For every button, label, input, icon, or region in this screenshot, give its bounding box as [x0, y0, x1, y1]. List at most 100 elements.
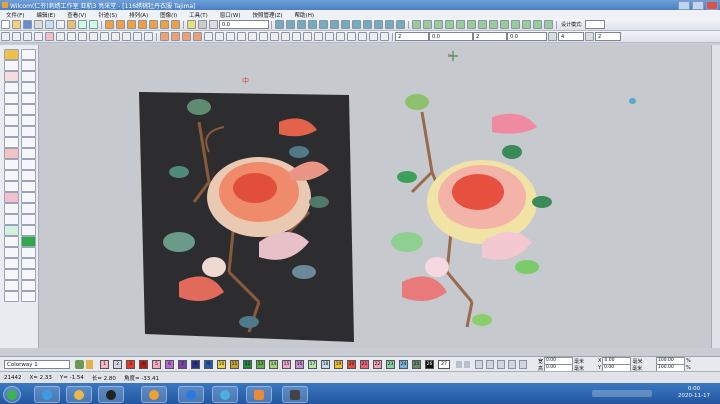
diamond-tool-icon[interactable]: [4, 192, 19, 203]
prop-icon-6[interactable]: [56, 32, 65, 41]
tray-icons[interactable]: [592, 390, 652, 397]
pan-icon[interactable]: [198, 20, 207, 29]
spin-icon-1[interactable]: [548, 32, 557, 41]
run-tool-icon[interactable]: [4, 104, 19, 115]
taskbar-wilcom-icon[interactable]: [246, 386, 272, 403]
zoom-select[interactable]: 0.0: [219, 20, 269, 29]
lettering-tool-icon[interactable]: [4, 126, 19, 137]
copy-icon[interactable]: [56, 20, 65, 29]
minimize-button[interactable]: [678, 1, 690, 10]
repeat-tool-icon[interactable]: [21, 115, 36, 126]
color-palette-icon[interactable]: [75, 360, 84, 369]
green-circle-tool-icon[interactable]: [21, 236, 36, 247]
wave-tool-icon[interactable]: [4, 258, 19, 269]
save-icon[interactable]: [23, 20, 32, 29]
weld-icon[interactable]: [500, 20, 509, 29]
swatch-15[interactable]: 15: [282, 360, 291, 369]
magnify-icon[interactable]: [187, 20, 196, 29]
swatch-4[interactable]: 4: [139, 360, 148, 369]
circle-tool-icon[interactable]: [4, 148, 19, 159]
triple-run-tool-icon[interactable]: [21, 104, 36, 115]
paste-icon[interactable]: [67, 20, 76, 29]
prop-icon-2[interactable]: [12, 32, 21, 41]
prop-icon-32[interactable]: [347, 32, 356, 41]
design-canvas[interactable]: 中: [39, 45, 712, 348]
show-outline-icon[interactable]: [308, 20, 317, 29]
input-c-tool-icon[interactable]: [4, 93, 19, 104]
prop-icon-8[interactable]: [78, 32, 87, 41]
rotate-icon[interactable]: [489, 20, 498, 29]
fill-icon[interactable]: [116, 20, 125, 29]
cut-icon[interactable]: [45, 20, 54, 29]
rectangle-tool-icon[interactable]: [21, 137, 36, 148]
polyline-tool-icon[interactable]: [21, 49, 36, 60]
start-button[interactable]: [3, 386, 21, 403]
prop-icon-21[interactable]: [226, 32, 235, 41]
taskbar-app5-icon[interactable]: [178, 386, 204, 403]
new-icon[interactable]: [1, 20, 10, 29]
measure-icon[interactable]: [209, 20, 218, 29]
prop-icon-26[interactable]: [281, 32, 290, 41]
menu-snapshot[interactable]: 快照管理(Z): [246, 11, 288, 19]
stitch-type-icon[interactable]: [105, 20, 114, 29]
run-icon[interactable]: [138, 20, 147, 29]
swatch-18[interactable]: 18: [321, 360, 330, 369]
taskbar-browser-icon[interactable]: [141, 386, 167, 403]
mirror-icon[interactable]: [478, 20, 487, 29]
arc-tool-icon[interactable]: [21, 181, 36, 192]
show-connectors-icon[interactable]: [330, 20, 339, 29]
taskbar-explorer-icon[interactable]: [66, 386, 92, 403]
field-b[interactable]: 0.0: [429, 32, 473, 41]
prop-icon-1[interactable]: [1, 32, 10, 41]
swatch-5[interactable]: 5: [152, 360, 161, 369]
shape-a-tool-icon[interactable]: [4, 291, 19, 302]
prop-icon-27[interactable]: [292, 32, 301, 41]
shape-b-tool-icon[interactable]: [21, 291, 36, 302]
swatch-23[interactable]: 23: [386, 360, 395, 369]
travel-icon[interactable]: [396, 20, 405, 29]
ellipse-tool-icon[interactable]: [4, 137, 19, 148]
open-icon[interactable]: [12, 20, 21, 29]
curve-tool-icon[interactable]: [21, 225, 36, 236]
menu-help[interactable]: 帮助(H): [289, 11, 320, 19]
align-icon[interactable]: [467, 20, 476, 29]
grid-icon[interactable]: [275, 20, 284, 29]
swatch-1[interactable]: 1: [100, 360, 109, 369]
group-icon[interactable]: [445, 20, 454, 29]
swatch-19[interactable]: 19: [334, 360, 343, 369]
undo-icon[interactable]: [78, 20, 87, 29]
prop-icon-7[interactable]: [67, 32, 76, 41]
menu-window[interactable]: 窗口(W): [214, 11, 247, 19]
emboss-icon[interactable]: [171, 20, 180, 29]
show-bitmap-icon[interactable]: [319, 20, 328, 29]
oval-tool-icon[interactable]: [4, 280, 19, 291]
stitch-player-icon[interactable]: [385, 20, 394, 29]
prop-icon-14[interactable]: [144, 32, 153, 41]
menu-tools[interactable]: 工具(T): [183, 11, 214, 19]
prop-icon-19[interactable]: [204, 32, 213, 41]
backtrack-tool-icon[interactable]: [4, 115, 19, 126]
swatch-20[interactable]: 20: [347, 360, 356, 369]
swatch-24[interactable]: 24: [399, 360, 408, 369]
cutwork-tool-icon[interactable]: [21, 159, 36, 170]
swatch-27[interactable]: 27: [438, 360, 450, 369]
swatch-8[interactable]: 8: [191, 360, 200, 369]
thread-icon[interactable]: [412, 20, 421, 29]
field-f[interactable]: 2: [595, 32, 621, 41]
swatch-3[interactable]: 3: [126, 360, 135, 369]
tool-b-icon[interactable]: [486, 360, 494, 369]
bitmap-tool-icon[interactable]: [21, 247, 36, 258]
print-icon[interactable]: [34, 20, 43, 29]
swatch-scroll-right-icon[interactable]: [464, 361, 470, 368]
redraw-icon[interactable]: [374, 20, 383, 29]
menu-view[interactable]: 查看(V): [61, 11, 92, 19]
prop-icon-30[interactable]: [325, 32, 334, 41]
prop-icon-18[interactable]: [193, 32, 202, 41]
swatch-9[interactable]: 9: [204, 360, 213, 369]
prop-icon-3[interactable]: [23, 32, 32, 41]
taskbar-qq-icon[interactable]: [98, 386, 124, 403]
prop-icon-28[interactable]: [303, 32, 312, 41]
design-mode-select[interactable]: [584, 20, 605, 29]
motif-run-tool-icon[interactable]: [4, 170, 19, 181]
swatch-2[interactable]: 2: [113, 360, 122, 369]
